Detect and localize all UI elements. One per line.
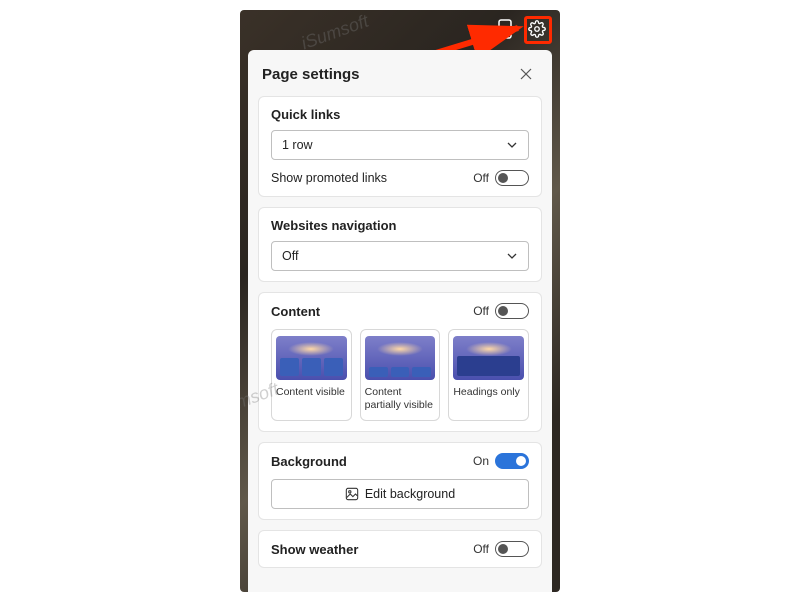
edit-background-label: Edit background	[365, 487, 455, 501]
layout-option-partial[interactable]: Content partially visible	[360, 329, 441, 421]
content-header-row: Content Off	[271, 303, 529, 319]
content-toggle[interactable]: Off	[473, 303, 529, 319]
quick-links-title: Quick links	[271, 107, 529, 122]
layout-label: Content visible	[276, 386, 347, 399]
toggle-switch-icon	[495, 453, 529, 469]
page-settings-panel: Page settings Quick links 1 row Show pro…	[248, 50, 552, 592]
weather-title: Show weather	[271, 542, 358, 557]
websites-nav-title: Websites navigation	[271, 218, 529, 233]
toggle-switch-icon	[495, 170, 529, 186]
background-title: Background	[271, 454, 347, 469]
chevron-down-icon	[506, 139, 518, 151]
weather-state: Off	[473, 542, 489, 556]
background-state: On	[473, 454, 489, 468]
top-toolbar	[240, 10, 560, 48]
promoted-links-state: Off	[473, 171, 489, 185]
panel-title: Page settings	[262, 66, 360, 83]
image-icon	[345, 487, 359, 501]
layout-option-visible[interactable]: Content visible	[271, 329, 352, 421]
content-layout-options: Content visible Content partially visibl…	[271, 329, 529, 421]
edit-background-button[interactable]: Edit background	[271, 479, 529, 509]
promoted-links-label: Show promoted links	[271, 171, 387, 185]
quick-links-select[interactable]: 1 row	[271, 130, 529, 160]
websites-nav-card: Websites navigation Off	[258, 207, 542, 282]
websites-nav-select[interactable]: Off	[271, 241, 529, 271]
layout-label: Headings only	[453, 386, 524, 399]
layout-thumb-icon	[365, 336, 436, 380]
toggle-switch-icon	[495, 541, 529, 557]
layout-label: Content partially visible	[365, 386, 436, 412]
gear-icon[interactable]	[526, 18, 548, 40]
background-header-row: Background On	[271, 453, 529, 469]
weather-toggle[interactable]: Off	[473, 541, 529, 557]
toggle-switch-icon	[495, 303, 529, 319]
content-card: Content Off Content visible Content part…	[258, 292, 542, 432]
websites-nav-select-value: Off	[282, 249, 298, 263]
quick-links-card: Quick links 1 row Show promoted links Of…	[258, 96, 542, 197]
content-state: Off	[473, 304, 489, 318]
background-card: Background On Edit background	[258, 442, 542, 520]
quick-links-select-value: 1 row	[282, 138, 313, 152]
promoted-links-toggle[interactable]: Off	[473, 170, 529, 186]
layout-option-headings[interactable]: Headings only	[448, 329, 529, 421]
promoted-links-row: Show promoted links Off	[271, 170, 529, 186]
layout-thumb-icon	[453, 336, 524, 380]
mobile-icon[interactable]	[494, 18, 516, 40]
chevron-down-icon	[506, 250, 518, 262]
app-window: Page settings Quick links 1 row Show pro…	[240, 10, 560, 592]
panel-header: Page settings	[258, 62, 542, 86]
weather-card: Show weather Off	[258, 530, 542, 568]
close-icon[interactable]	[514, 62, 538, 86]
layout-thumb-icon	[276, 336, 347, 380]
background-toggle[interactable]: On	[473, 453, 529, 469]
content-title: Content	[271, 304, 320, 319]
weather-row: Show weather Off	[271, 541, 529, 557]
